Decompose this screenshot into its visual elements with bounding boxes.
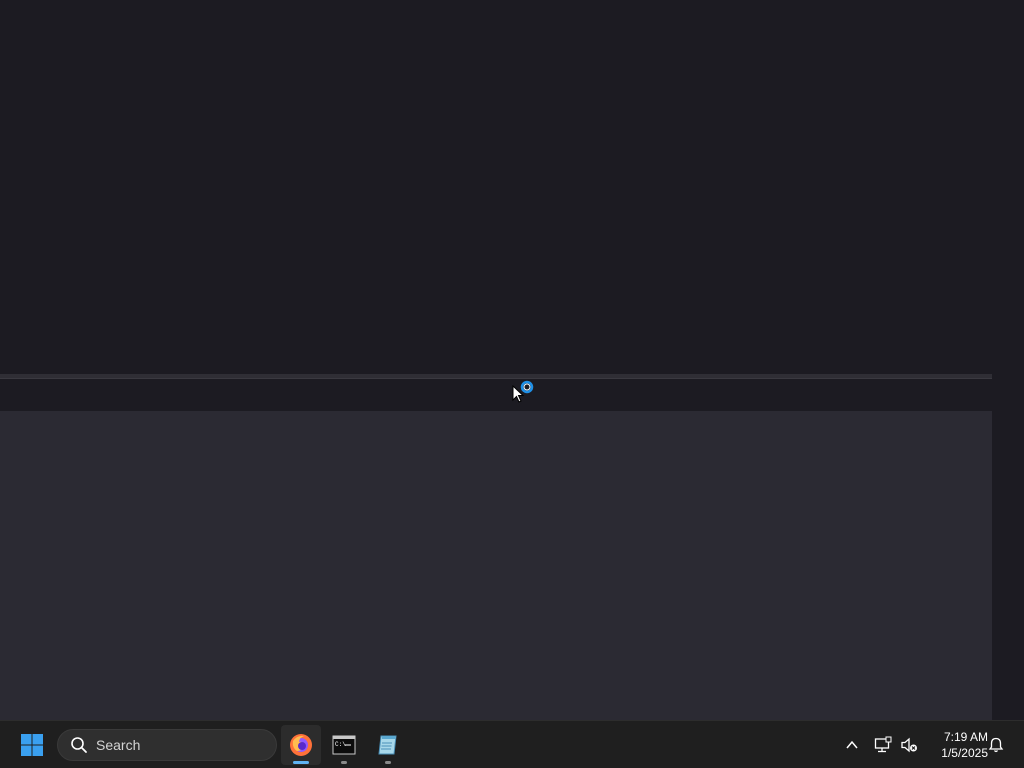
firefox-icon: [290, 734, 312, 756]
svg-text:C:\: C:\: [335, 741, 346, 748]
open-app-indicator: [341, 761, 347, 764]
system-clock[interactable]: 7:19 AM 1/5/2025: [926, 727, 988, 763]
taskbar-app-notepad[interactable]: [368, 725, 408, 765]
busy-cursor-icon: [512, 380, 534, 403]
desktop: [0, 0, 1024, 720]
search-icon: [71, 737, 87, 753]
network-status-button[interactable]: [871, 733, 895, 757]
clock-time: 7:19 AM: [943, 730, 988, 744]
bell-icon: [988, 737, 1004, 753]
open-app-indicator: [385, 761, 391, 764]
show-hidden-icons-button[interactable]: [840, 733, 864, 757]
clock-date: 1/5/2025: [941, 746, 988, 760]
notifications-button[interactable]: [984, 733, 1008, 757]
notepad-icon: [378, 735, 397, 755]
taskbar-search-box[interactable]: Search: [57, 729, 277, 761]
windows-logo-icon: [21, 734, 43, 756]
window-top-area: [0, 0, 992, 374]
window-toolbar: [0, 379, 992, 411]
network-icon: [874, 736, 892, 753]
taskbar-app-terminal[interactable]: C:\: [324, 725, 364, 765]
search-placeholder: Search: [96, 737, 141, 753]
chevron-up-icon: [846, 740, 858, 749]
window-right-edge: [992, 0, 1024, 720]
volume-button[interactable]: [897, 733, 921, 757]
volume-muted-icon: [901, 737, 917, 753]
terminal-icon: C:\: [332, 735, 356, 755]
taskbar: Search C:\ 7:19 AM 1/5/2025: [0, 720, 1024, 768]
start-button[interactable]: [12, 725, 52, 765]
taskbar-app-firefox[interactable]: [281, 725, 321, 765]
window-content-area: [0, 411, 992, 720]
active-app-indicator: [293, 761, 309, 764]
